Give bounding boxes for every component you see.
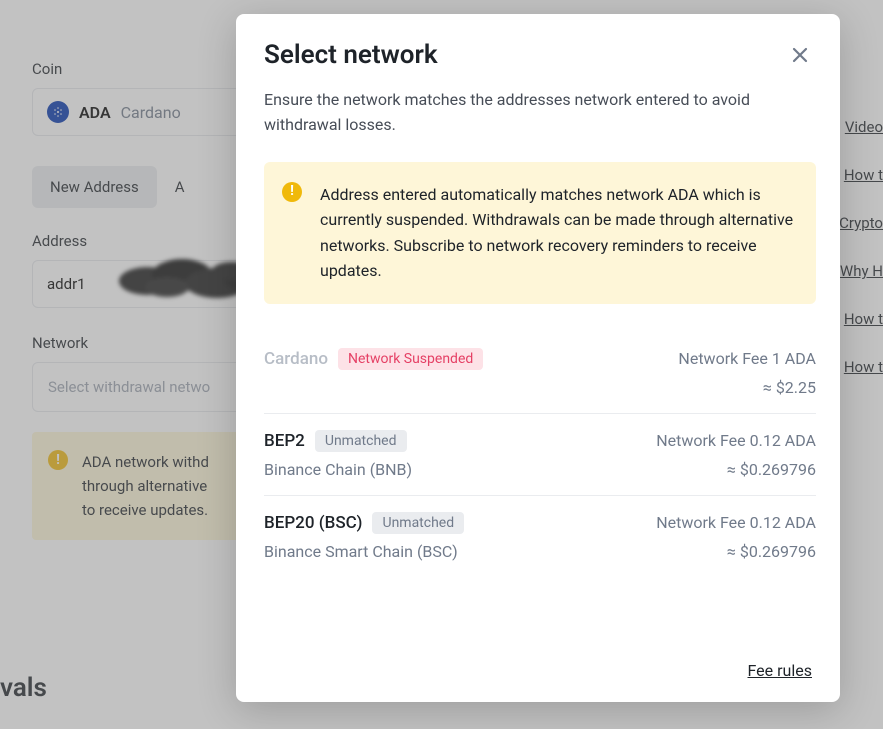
network-name: BEP20 (BSC) xyxy=(264,513,362,533)
network-sublabel: Binance Smart Chain (BSC) xyxy=(264,542,458,561)
modal-header: Select network xyxy=(236,14,840,82)
status-badge-unmatched: Unmatched xyxy=(315,430,407,452)
fee-rules-link[interactable]: Fee rules xyxy=(748,661,813,680)
modal-footer: Fee rules xyxy=(236,645,840,702)
network-fee: Network Fee 1 ADA xyxy=(678,349,816,368)
network-fee-approx: ≈ $2.25 xyxy=(763,378,816,397)
modal-description: Ensure the network matches the addresses… xyxy=(264,88,816,138)
network-fee: Network Fee 0.12 ADA xyxy=(656,513,816,532)
modal-body[interactable]: Ensure the network matches the addresses… xyxy=(236,82,840,645)
status-badge-unmatched: Unmatched xyxy=(372,512,464,534)
network-fee-approx: ≈ $0.269796 xyxy=(727,542,816,561)
select-network-modal: Select network Ensure the network matche… xyxy=(236,14,840,702)
network-name: BEP2 xyxy=(264,431,305,451)
network-sublabel: Binance Chain (BNB) xyxy=(264,460,412,479)
close-button[interactable] xyxy=(788,43,812,67)
network-option[interactable]: BEP2 Unmatched Network Fee 0.12 ADA Binance… xyxy=(264,414,816,496)
modal-alert: ! Address entered automatically matches … xyxy=(264,162,816,304)
modal-alert-text: Address entered automatically matches ne… xyxy=(320,185,793,281)
network-list: Cardano Network Suspended Network Fee 1 AD… xyxy=(264,332,816,577)
network-option: Cardano Network Suspended Network Fee 1 AD… xyxy=(264,332,816,414)
network-option[interactable]: BEP20 (BSC) Unmatched Network Fee 0.12 ADA… xyxy=(264,496,816,577)
close-icon xyxy=(790,45,810,65)
modal-title: Select network xyxy=(264,40,438,70)
network-name: Cardano xyxy=(264,349,328,369)
network-fee: Network Fee 0.12 ADA xyxy=(656,431,816,450)
network-fee-approx: ≈ $0.269796 xyxy=(727,460,816,479)
status-badge-suspended: Network Suspended xyxy=(338,348,483,370)
warning-icon: ! xyxy=(282,182,302,202)
